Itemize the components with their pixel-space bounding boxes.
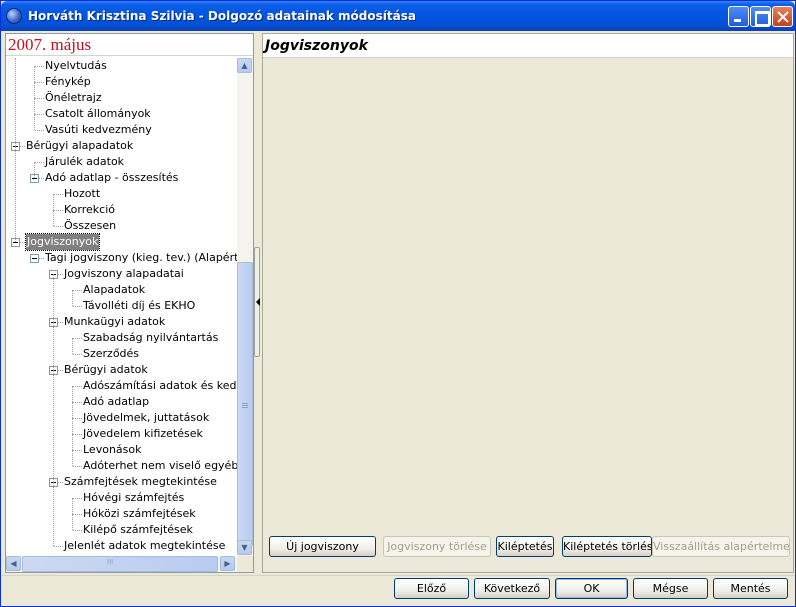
new-relationship-button[interactable]: Új jogviszony: [269, 536, 376, 557]
tree-item[interactable]: Korrekció: [6, 202, 237, 218]
tree-item[interactable]: Vasúti kedvezmény: [6, 122, 237, 138]
tree-item-label: Adóterhet nem viselő egyéb jár: [83, 459, 237, 472]
tree-horizontal-scrollbar[interactable]: ◀ III ▶: [6, 556, 237, 572]
tree-item-label: Adószámítási adatok és kedvez: [83, 379, 237, 392]
minimize-button[interactable]: [728, 6, 749, 27]
tree-item[interactable]: Jövedelem kifizetések: [6, 426, 237, 442]
ok-button[interactable]: OK: [555, 578, 628, 599]
cancel-button[interactable]: Mégse: [633, 578, 708, 599]
tree-item-label: Alapadatok: [83, 283, 146, 296]
tree-item-label: Bérügyi adatok: [64, 363, 148, 376]
period-label: 2007. május: [6, 34, 253, 56]
tree-item-label: Jelenlét adatok megtekintése: [64, 539, 226, 552]
tree-item-label: Kilépő számfejtések: [83, 523, 193, 536]
window-title: Horváth Krisztina Szilvia - Dolgozó adat…: [28, 9, 416, 23]
tree-vertical-scrollbar[interactable]: ▲ ▼: [237, 58, 253, 556]
tree-item-label: Jogviszonyok: [24, 233, 101, 251]
tree-item[interactable]: Fénykép: [6, 74, 237, 90]
previous-button[interactable]: Előző: [394, 578, 469, 599]
tree-item[interactable]: Hóközi számfejtések: [6, 506, 237, 522]
tree-item-label: Szerződés: [83, 347, 140, 360]
tree-item[interactable]: Kilépő számfejtések: [6, 522, 237, 538]
tree-item-label: Jövedelmek, juttatások: [83, 411, 210, 424]
tree-item-label: Távolléti díj és EKHO: [83, 299, 196, 312]
tree-item[interactable]: Adószámítási adatok és kedvez: [6, 378, 237, 394]
collapse-icon[interactable]: [30, 254, 39, 263]
tree-item-label: Adó adatlap: [83, 395, 150, 408]
dialog-button-bar: Előző Következő OK Mégse Mentés: [1, 575, 795, 606]
tree-item[interactable]: Távolléti díj és EKHO: [6, 298, 237, 314]
tree-item-label: Jövedelem kifizetések: [83, 427, 203, 440]
delete-relationship-button[interactable]: Jogviszony törlése: [383, 536, 491, 557]
hscroll-grip: III: [107, 558, 114, 566]
tree-item[interactable]: Jogviszonyok: [6, 233, 237, 251]
exit-delete-button[interactable]: Kiléptetés törlése: [562, 536, 652, 557]
content-title: Jogviszonyok: [263, 34, 793, 58]
tree-item[interactable]: Levonások: [6, 442, 237, 458]
scroll-right-button[interactable]: ▶: [220, 556, 235, 571]
tree-item[interactable]: Nyelvtudás: [6, 58, 237, 74]
tree-item[interactable]: Jogviszony alapadatai: [6, 266, 237, 282]
tree-item-label: Hóvégi számfejtés: [83, 491, 185, 504]
navigation-panel: 2007. május Nyelvtudás Fénykép Önéletrajz C…: [5, 33, 254, 573]
tree-item-label: Vasúti kedvezmény: [45, 123, 152, 136]
tree-item[interactable]: Alapadatok: [6, 282, 237, 298]
tree-item[interactable]: Járulék adatok: [6, 154, 237, 170]
tree-item[interactable]: Hóvégi számfejtés: [6, 490, 237, 506]
tree-item[interactable]: Szerződés: [6, 346, 237, 362]
tree-item[interactable]: Csatolt állományok: [6, 106, 237, 122]
tree-item[interactable]: Számfejtések megtekintése: [6, 474, 237, 490]
tree-item-label: Tagi jogviszony (kieg. tev.) (Alapértelm: [45, 251, 237, 264]
scroll-down-button[interactable]: ▼: [237, 540, 252, 555]
tree-item-label: Számfejtések megtekintése: [64, 475, 217, 488]
content-panel: Jogviszonyok Új jogviszony Jogviszony tö…: [262, 33, 794, 573]
tree-item-label: Bérügyi alapadatok: [26, 139, 134, 152]
tree-item[interactable]: Adóterhet nem viselő egyéb jár: [6, 458, 237, 474]
tree-item-label: Levonások: [83, 443, 142, 456]
splitter-handle[interactable]: [254, 247, 260, 357]
app-icon: [6, 8, 22, 24]
tree-item-label: Összesen: [64, 219, 117, 232]
tree-item-label: Hozott: [64, 187, 101, 200]
tree-item-label: Fénykép: [45, 75, 91, 88]
close-button[interactable]: [772, 6, 793, 27]
exit-button[interactable]: Kiléptetés: [496, 536, 554, 557]
tree-item[interactable]: Bérügyi adatok: [6, 362, 237, 378]
scroll-thumb[interactable]: [237, 262, 253, 546]
tree-item[interactable]: Adó adatlap: [6, 394, 237, 410]
tree-item[interactable]: Adó adatlap - összesítés: [6, 170, 237, 186]
tree-item-label: Önéletrajz: [45, 91, 102, 104]
tree-item[interactable]: Összesen: [6, 218, 237, 234]
tree-item[interactable]: Szabadság nyilvántartás: [6, 330, 237, 346]
tree-item-label: Adó adatlap - összesítés: [45, 171, 179, 184]
tree-item[interactable]: Tagi jogviszony (kieg. tev.) (Alapértelm: [6, 250, 237, 266]
tree-item-label: Nyelvtudás: [45, 59, 107, 72]
tree-item[interactable]: Hozott: [6, 186, 237, 202]
tree-item[interactable]: Jövedelmek, juttatások: [6, 410, 237, 426]
tree-item-label: Járulék adatok: [45, 155, 125, 168]
title-bar[interactable]: Horváth Krisztina Szilvia - Dolgozó adat…: [1, 1, 795, 31]
tree-item-label: Csatolt állományok: [45, 107, 151, 120]
save-button[interactable]: Mentés: [713, 578, 788, 599]
reset-defaults-button[interactable]: Visszaállítás alapértelmezettnek: [652, 536, 790, 557]
tree-item[interactable]: Bérügyi alapadatok: [6, 138, 237, 154]
main-window: Horváth Krisztina Szilvia - Dolgozó adat…: [0, 0, 796, 607]
collapse-left-icon[interactable]: [256, 298, 260, 306]
scroll-left-button[interactable]: ◀: [6, 556, 21, 571]
tree-item-label: Hóközi számfejtések: [83, 507, 196, 520]
next-button[interactable]: Következő: [474, 578, 550, 599]
tree-item-label: Jogviszony alapadatai: [64, 267, 184, 280]
tree-item[interactable]: Munkaügyi adatok: [6, 314, 237, 330]
hscroll-thumb[interactable]: III: [22, 556, 218, 572]
panel-splitter[interactable]: [254, 33, 262, 573]
tree-item[interactable]: Jelenlét adatok megtekintése: [6, 538, 237, 554]
scroll-up-button[interactable]: ▲: [237, 58, 252, 73]
scroll-corner: [237, 556, 253, 572]
tree-item-label: Korrekció: [64, 203, 115, 216]
tree-item-label: Szabadság nyilvántartás: [83, 331, 219, 344]
tree-item-label: Munkaügyi adatok: [64, 315, 166, 328]
navigation-tree: Nyelvtudás Fénykép Önéletrajz Csatolt állom…: [6, 58, 237, 556]
maximize-button[interactable]: [750, 6, 771, 27]
tree-item[interactable]: Önéletrajz: [6, 90, 237, 106]
